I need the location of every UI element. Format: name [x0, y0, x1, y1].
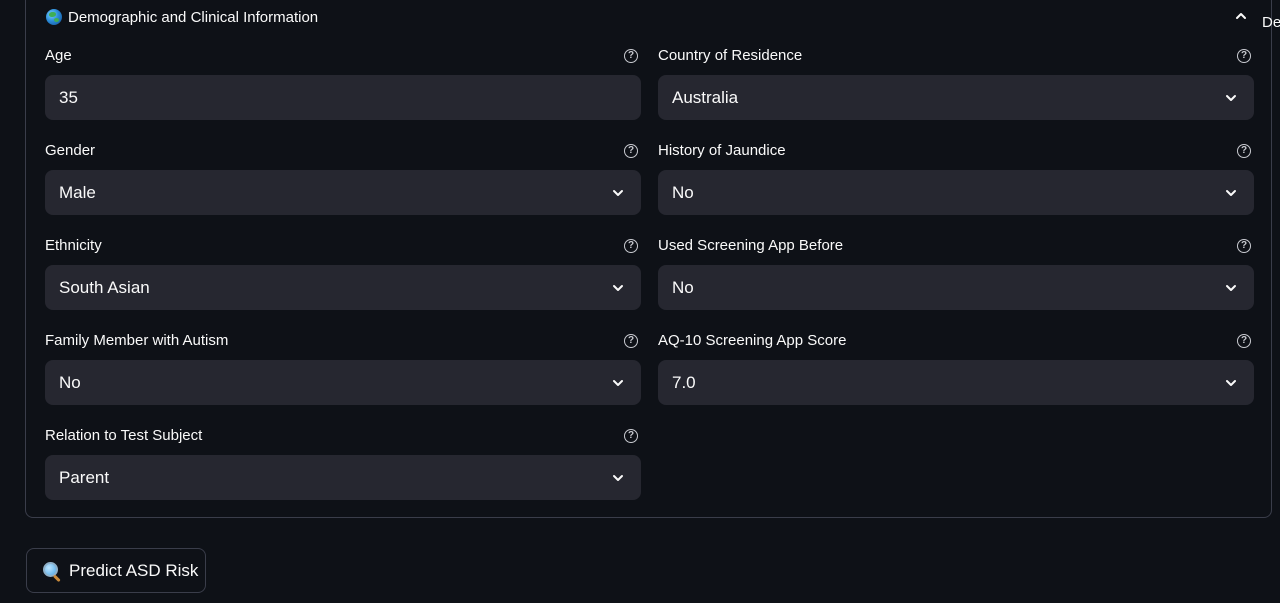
- ethnicity-select[interactable]: South Asian: [45, 265, 641, 310]
- used-app-value: No: [672, 277, 694, 297]
- chevron-down-icon: [1226, 379, 1236, 386]
- country-label: Country of Residence: [658, 47, 803, 64]
- relation-help-icon[interactable]: ?: [624, 429, 638, 443]
- age-value: 35: [59, 87, 78, 107]
- chevron-down-icon: [1226, 284, 1236, 291]
- chevron-down-icon: [613, 474, 623, 481]
- chevron-down-icon: [613, 189, 623, 196]
- jaundice-value: No: [672, 182, 694, 202]
- chevron-down-icon: [613, 379, 623, 386]
- relation-select[interactable]: Parent: [45, 455, 641, 500]
- expander-title: Demographic and Clinical Information: [68, 8, 319, 26]
- aq10-help-icon[interactable]: ?: [1237, 334, 1251, 348]
- age-input[interactable]: 35: [45, 75, 641, 120]
- truncated-label: De: [1262, 14, 1280, 31]
- relation-label: Relation to Test Subject: [45, 427, 203, 444]
- jaundice-select[interactable]: No: [658, 170, 1254, 215]
- expander-header[interactable]: Demographic and Clinical Information: [46, 6, 318, 28]
- family-autism-label: Family Member with Autism: [45, 332, 229, 349]
- family-autism-value: No: [59, 372, 81, 392]
- magnifier-icon: [43, 561, 61, 582]
- relation-value: Parent: [59, 467, 110, 487]
- gender-label: Gender: [45, 142, 96, 159]
- age-help-icon[interactable]: ?: [624, 49, 638, 63]
- predict-button-label: Predict ASD Risk: [69, 560, 199, 580]
- ethnicity-label: Ethnicity: [45, 237, 102, 254]
- used-app-label: Used Screening App Before: [658, 237, 844, 254]
- chevron-down-icon: [1226, 94, 1236, 101]
- country-help-icon[interactable]: ?: [1237, 49, 1251, 63]
- gender-help-icon[interactable]: ?: [624, 144, 638, 158]
- country-value: Australia: [672, 87, 739, 107]
- aq10-value: 7.0: [672, 372, 696, 392]
- gender-select[interactable]: Male: [45, 170, 641, 215]
- age-label: Age: [45, 47, 72, 64]
- ethnicity-help-icon[interactable]: ?: [624, 239, 638, 253]
- chevron-up-icon[interactable]: [1234, 9, 1248, 23]
- family-autism-select[interactable]: No: [45, 360, 641, 405]
- chevron-down-icon: [613, 284, 623, 291]
- gender-value: Male: [59, 182, 96, 202]
- used-app-help-icon[interactable]: ?: [1237, 239, 1251, 253]
- chevron-down-icon: [1226, 189, 1236, 196]
- predict-asd-risk-button[interactable]: Predict ASD Risk: [26, 548, 206, 593]
- family-autism-help-icon[interactable]: ?: [624, 334, 638, 348]
- jaundice-label: History of Jaundice: [658, 142, 786, 159]
- country-select[interactable]: Australia: [658, 75, 1254, 120]
- jaundice-help-icon[interactable]: ?: [1237, 144, 1251, 158]
- ethnicity-value: South Asian: [59, 277, 150, 297]
- globe-icon: [46, 9, 62, 25]
- aq10-select[interactable]: 7.0: [658, 360, 1254, 405]
- aq10-label: AQ-10 Screening App Score: [658, 332, 847, 349]
- used-app-select[interactable]: No: [658, 265, 1254, 310]
